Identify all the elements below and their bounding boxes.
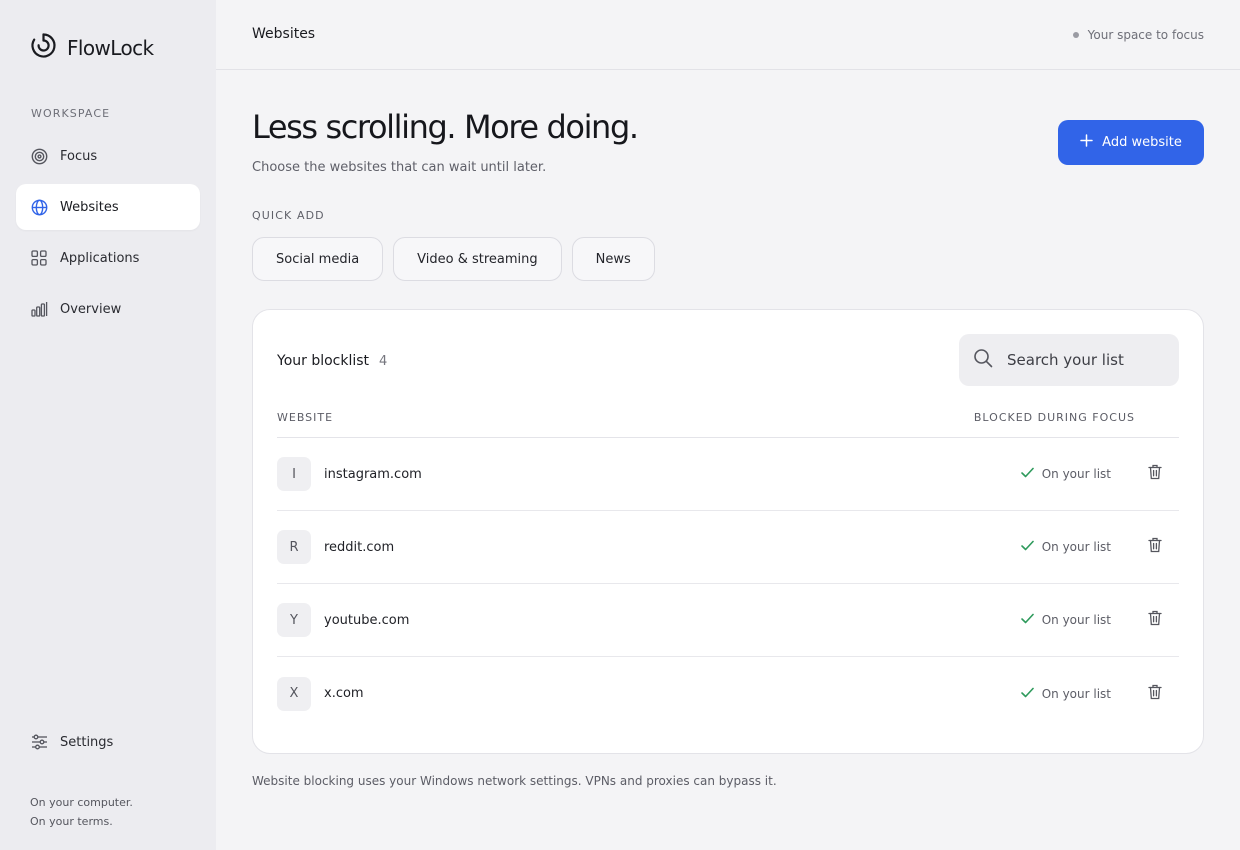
sidebar-item-label: Overview bbox=[60, 301, 122, 317]
check-icon bbox=[1020, 613, 1034, 627]
grid-icon bbox=[30, 249, 48, 267]
globe-icon bbox=[30, 198, 48, 216]
page-title: Less scrolling. More doing. bbox=[252, 108, 639, 146]
trash-icon bbox=[1148, 464, 1162, 484]
blocklist-count: 4 bbox=[379, 354, 388, 369]
tagline: Your space to focus bbox=[1072, 28, 1204, 42]
delete-button[interactable] bbox=[1145, 464, 1165, 484]
brand[interactable]: FlowLock bbox=[30, 32, 154, 63]
delete-button[interactable] bbox=[1145, 684, 1165, 704]
sliders-icon bbox=[30, 733, 48, 751]
site-domain: instagram.com bbox=[324, 466, 422, 482]
status-badge: On your list bbox=[1020, 686, 1111, 701]
table-row: R reddit.com On your list bbox=[277, 511, 1179, 584]
site-domain: youtube.com bbox=[324, 612, 410, 628]
check-icon bbox=[1020, 687, 1034, 701]
trash-icon bbox=[1148, 610, 1162, 630]
trash-icon bbox=[1148, 537, 1162, 557]
table-row: I instagram.com On your list bbox=[277, 438, 1179, 511]
site-initial-avatar: Y bbox=[277, 603, 311, 637]
quick-add-chips: Social media Video & streaming News bbox=[252, 237, 655, 281]
plus-icon bbox=[1080, 134, 1093, 151]
sidebar-item-overview[interactable]: Overview bbox=[16, 286, 200, 332]
bar-chart-icon bbox=[30, 300, 48, 318]
site-domain: reddit.com bbox=[324, 539, 395, 555]
table-row: Y youtube.com On your list bbox=[277, 584, 1179, 657]
chip-social-media[interactable]: Social media bbox=[252, 237, 384, 281]
sidebar-item-settings[interactable]: Settings bbox=[16, 719, 200, 765]
status-dot-icon bbox=[1072, 32, 1079, 38]
workspace-section-label: WORKSPACE bbox=[31, 107, 111, 120]
quick-add-label: QUICK ADD bbox=[252, 209, 325, 222]
add-website-label: Add website bbox=[1102, 135, 1182, 150]
status-badge: On your list bbox=[1020, 613, 1111, 627]
trash-icon bbox=[1148, 684, 1162, 704]
column-header-website: WEBSITE bbox=[277, 411, 334, 424]
sidebar-item-focus[interactable]: Focus bbox=[16, 133, 200, 179]
network-disclaimer: Website blocking uses your Windows netwo… bbox=[252, 774, 777, 788]
settings-label: Settings bbox=[60, 734, 114, 750]
app-name: FlowLock bbox=[67, 35, 154, 60]
chip-video-streaming[interactable]: Video & streaming bbox=[393, 237, 562, 281]
table-row: X x.com On your list bbox=[277, 657, 1179, 730]
check-icon bbox=[1020, 540, 1034, 554]
blocklist-card: Your blocklist 4 WEBSITE BLOCKED DURING … bbox=[252, 309, 1204, 754]
target-icon bbox=[30, 147, 48, 165]
footer-line: On your computer. bbox=[30, 796, 133, 809]
status-text: On your list bbox=[1041, 467, 1111, 481]
column-header-status: BLOCKED DURING FOCUS bbox=[973, 411, 1135, 424]
site-initial-avatar: R bbox=[277, 530, 311, 564]
status-text: On your list bbox=[1041, 686, 1111, 701]
sidebar-item-websites[interactable]: Websites bbox=[16, 184, 200, 230]
sidebar-item-label: Websites bbox=[60, 199, 119, 215]
footer-line: On your terms. bbox=[30, 815, 113, 828]
sidebar: FlowLock WORKSPACE Focus Websites Applic… bbox=[0, 0, 216, 850]
chip-news[interactable]: News bbox=[571, 237, 655, 281]
tagline-text: Your space to focus bbox=[1087, 28, 1204, 42]
site-domain: x.com bbox=[324, 686, 364, 701]
logo-icon bbox=[30, 32, 57, 63]
status-text: On your list bbox=[1041, 540, 1111, 554]
status-badge: On your list bbox=[1020, 540, 1111, 554]
blocklist-title: Your blocklist 4 bbox=[277, 353, 387, 369]
delete-button[interactable] bbox=[1145, 610, 1165, 630]
check-icon bbox=[1020, 467, 1034, 481]
blocklist-title-text: Your blocklist bbox=[277, 353, 370, 369]
search-box[interactable] bbox=[959, 334, 1179, 386]
delete-button[interactable] bbox=[1145, 537, 1165, 557]
sidebar-item-label: Applications bbox=[60, 250, 140, 266]
sidebar-item-applications[interactable]: Applications bbox=[16, 235, 200, 281]
add-website-button[interactable]: Add website bbox=[1058, 120, 1204, 165]
page-subtitle: Choose the websites that can wait until … bbox=[252, 160, 547, 175]
search-input[interactable] bbox=[1007, 351, 1157, 369]
site-initial-avatar: I bbox=[277, 457, 311, 491]
topbar: Websites Your space to focus bbox=[216, 0, 1240, 70]
site-initial-avatar: X bbox=[277, 676, 311, 711]
sidebar-item-label: Focus bbox=[60, 148, 98, 164]
sidebar-footer-note: On your computer. On your terms. bbox=[30, 793, 133, 831]
status-badge: On your list bbox=[1020, 467, 1111, 481]
blocklist-rows: I instagram.com On your list R reddit.co… bbox=[277, 438, 1179, 730]
search-icon bbox=[973, 348, 993, 372]
breadcrumb: Websites bbox=[252, 26, 316, 42]
status-text: On your list bbox=[1041, 613, 1111, 627]
